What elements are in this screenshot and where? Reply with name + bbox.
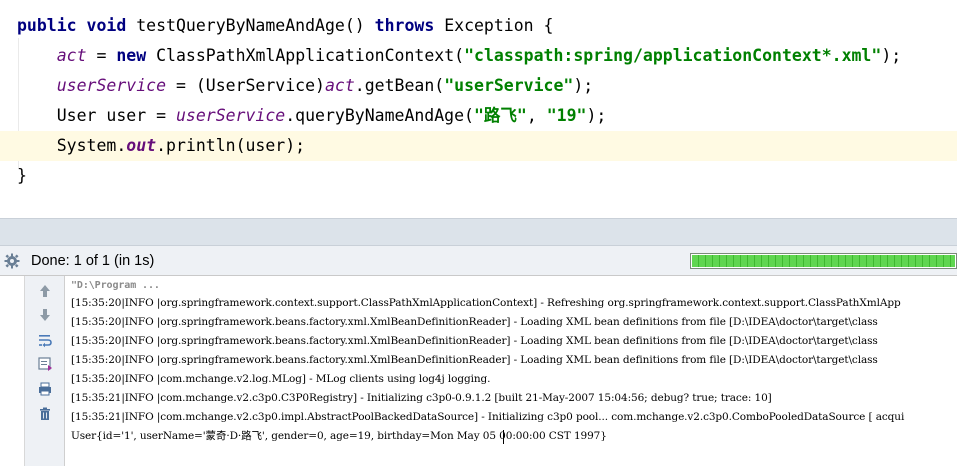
test-progress-bar (690, 253, 957, 269)
console-output[interactable]: "D:\Program ... [15:35:20|INFO |org.spri… (66, 276, 957, 466)
code-token: out (126, 136, 157, 155)
code-token: "19" (546, 106, 587, 125)
code-token: = (86, 46, 117, 65)
panel-splitter[interactable] (0, 218, 957, 246)
code-token: ); (573, 76, 594, 95)
console-log-line: [15:35:20|INFO |org.springframework.bean… (71, 335, 878, 347)
console-log-line: [15:35:20|INFO |org.springframework.bean… (71, 316, 878, 328)
code-token: userService (175, 106, 286, 125)
code-token: , (526, 106, 547, 125)
code-token: throws (374, 16, 435, 35)
code-token: act (56, 46, 87, 65)
console-log-line: [15:35:21|INFO |com.mchange.v2.c3p0.C3P0… (71, 392, 772, 404)
text-caret (503, 430, 504, 444)
code-token: ); (586, 106, 607, 125)
code-token: void (86, 16, 127, 35)
code-token: new (116, 46, 147, 65)
console-log-line: [15:35:21|INFO |com.mchange.v2.c3p0.impl… (71, 411, 905, 423)
gear-icon[interactable] (4, 253, 20, 269)
code-token: } (17, 166, 27, 185)
code-token: = (UserService) (166, 76, 325, 95)
code-token: testQueryByNameAndAge() (126, 16, 375, 35)
code-token: act (324, 76, 355, 95)
scroll-to-end-icon[interactable] (37, 356, 53, 372)
code-editor[interactable]: public void testQueryByNameAndAge() thro… (0, 0, 957, 220)
code-token: "classpath:spring/applicationContext*.xm… (464, 46, 882, 65)
console-toolbar (25, 276, 65, 466)
code-line-4[interactable]: User user = userService.queryByNameAndAg… (0, 101, 957, 131)
code-token: "userService" (444, 76, 574, 95)
run-status-bar: Done: 1 of 1 (in 1s) (0, 246, 957, 276)
code-line-3[interactable]: userService = (UserService)act.getBean("… (0, 71, 957, 101)
code-token: .println(user); (156, 136, 306, 155)
down-arrow-icon[interactable] (37, 307, 53, 323)
console-result-line: User{id='1', userName='蒙奇·D·路飞', gender=… (71, 430, 607, 442)
print-icon[interactable] (37, 381, 53, 397)
code-token: ); (881, 46, 902, 65)
code-token: User user = (17, 106, 176, 125)
code-token: public (17, 16, 77, 35)
soft-wrap-icon[interactable] (37, 332, 53, 348)
code-token: Exception { (434, 16, 554, 35)
console-log-line: [15:35:20|INFO |com.mchange.v2.log.MLog]… (71, 373, 491, 385)
code-token: .getBean( (354, 76, 445, 95)
console-log-line: [15:35:20|INFO |org.springframework.bean… (71, 354, 878, 366)
code-token: System. (17, 136, 127, 155)
code-token: userService (56, 76, 167, 95)
up-arrow-icon[interactable] (37, 283, 53, 299)
code-line-6[interactable]: } (0, 161, 957, 191)
code-token: "路飞" (473, 106, 527, 125)
code-line-1[interactable]: public void testQueryByNameAndAge() thro… (0, 11, 957, 41)
trash-icon[interactable] (37, 406, 53, 422)
console-command-line[interactable]: "D:\Program ... (71, 276, 160, 295)
code-token: .queryByNameAndAge( (285, 106, 474, 125)
console-log-line: [15:35:20|INFO |org.springframework.cont… (71, 297, 901, 309)
code-line-5-current[interactable]: System.out.println(user); (0, 131, 957, 161)
left-gutter (0, 276, 25, 466)
run-status-text: Done: 1 of 1 (in 1s) (31, 253, 155, 269)
test-progress-fill (692, 255, 955, 267)
code-token: ClassPathXmlApplicationContext( (146, 46, 465, 65)
code-line-2[interactable]: act = new ClassPathXmlApplicationContext… (0, 41, 957, 71)
